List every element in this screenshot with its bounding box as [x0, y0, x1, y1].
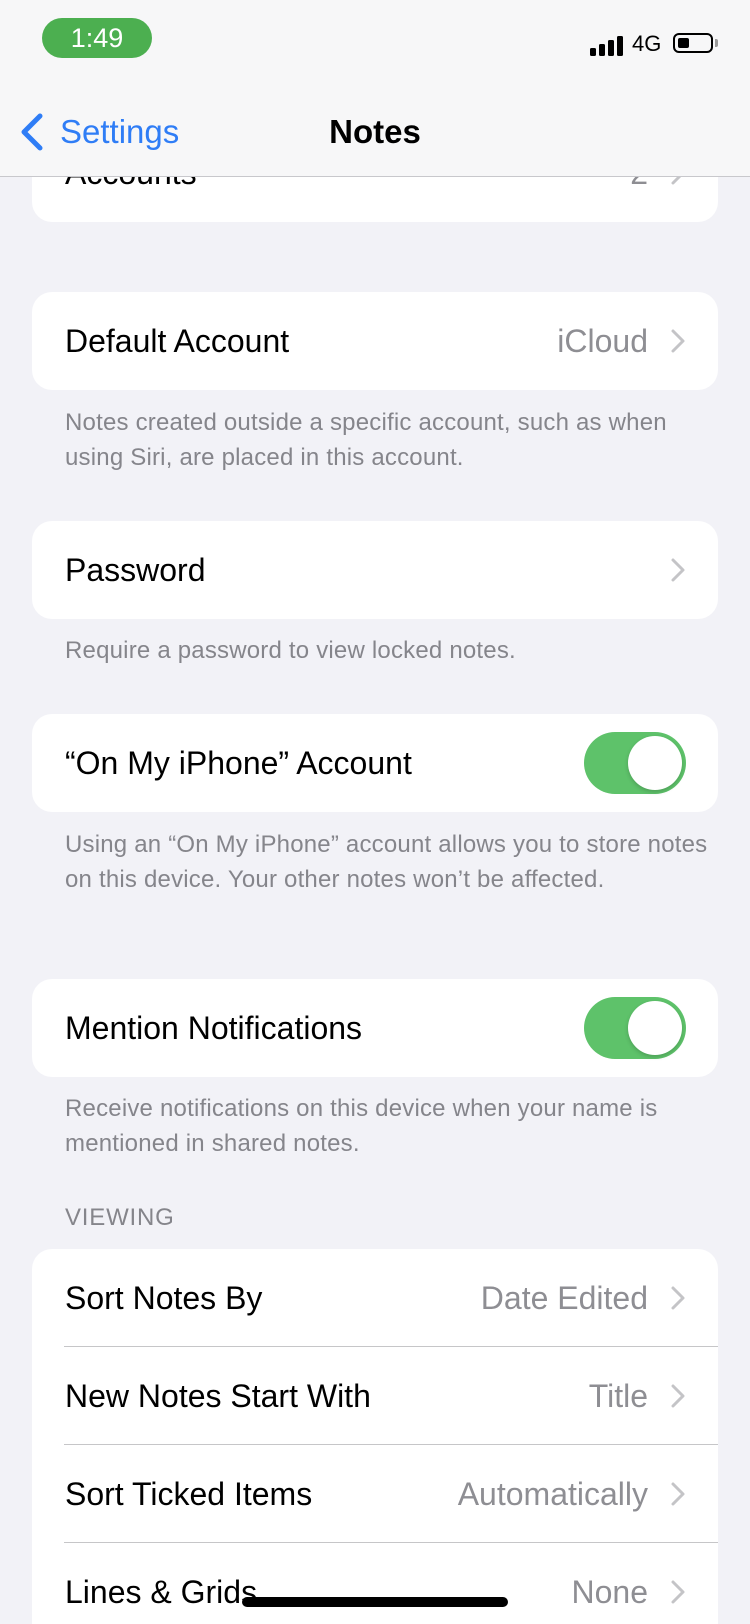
lines-and-grids-label: Lines & Grids	[65, 1574, 258, 1610]
mention-notifications-row: Mention Notifications	[32, 979, 718, 1077]
on-my-iphone-card: “On My iPhone” Account	[32, 714, 718, 812]
on-my-iphone-label: “On My iPhone” Account	[65, 745, 412, 781]
lines-and-grids-value: None	[571, 1574, 649, 1610]
default-account-row[interactable]: Default Account iCloud	[32, 292, 718, 390]
viewing-card: Sort Notes By Date Edited New Notes Star…	[32, 1249, 718, 1624]
sort-notes-by-row[interactable]: Sort Notes By Date Edited	[32, 1249, 718, 1347]
status-time[interactable]: 1:49	[42, 18, 152, 58]
page-title: Notes	[329, 113, 421, 150]
password-footer: Require a password to view locked notes.	[65, 637, 516, 664]
sort-ticked-items-label: Sort Ticked Items	[65, 1476, 313, 1512]
password-card: Password	[32, 521, 718, 619]
chevron-right-icon	[671, 558, 685, 582]
toggle-knob	[628, 1001, 682, 1055]
viewing-section-header: VIEWING	[65, 1204, 175, 1231]
mention-notifications-footer: Receive notifications on this device whe…	[65, 1095, 658, 1157]
new-notes-start-with-label: New Notes Start With	[65, 1378, 371, 1414]
lines-and-grids-row[interactable]: Lines & Grids None	[32, 1543, 718, 1624]
on-my-iphone-toggle[interactable]	[584, 732, 686, 794]
chevron-right-icon	[671, 1580, 685, 1604]
chevron-right-icon	[671, 1384, 685, 1408]
sort-ticked-items-row[interactable]: Sort Ticked Items Automatically	[32, 1445, 718, 1543]
default-account-value: iCloud	[557, 323, 648, 359]
battery-tip	[715, 39, 718, 47]
chevron-right-icon	[671, 1482, 685, 1506]
default-account-footer: Notes created outside a specific account…	[65, 409, 667, 471]
default-account-label: Default Account	[65, 323, 290, 359]
settings-content: Accounts 2 Default Account iCloud Notes …	[0, 0, 750, 1624]
chevron-right-icon	[671, 1286, 685, 1310]
on-my-iphone-row: “On My iPhone” Account	[32, 714, 718, 812]
battery-level	[678, 38, 689, 48]
toggle-knob	[628, 736, 682, 790]
password-row[interactable]: Password	[32, 521, 718, 619]
sort-notes-by-value: Date Edited	[480, 1280, 648, 1316]
sort-notes-by-label: Sort Notes By	[65, 1280, 263, 1316]
new-notes-start-with-row[interactable]: New Notes Start With Title	[32, 1347, 718, 1445]
mention-notifications-toggle[interactable]	[584, 997, 686, 1059]
sort-ticked-items-value: Automatically	[457, 1476, 648, 1512]
mention-notifications-card: Mention Notifications	[32, 979, 718, 1077]
battery-icon	[673, 33, 713, 53]
navigation-header: 1:49 4G Settings Notes	[0, 0, 750, 177]
network-type: 4G	[632, 31, 662, 56]
new-notes-start-with-value: Title	[588, 1378, 648, 1414]
password-label: Password	[65, 552, 206, 588]
home-indicator[interactable]	[242, 1597, 508, 1607]
on-my-iphone-footer: Using an “On My iPhone” account allows y…	[65, 831, 708, 893]
chevron-right-icon	[671, 329, 685, 353]
mention-notifications-label: Mention Notifications	[65, 1010, 363, 1046]
default-account-card: Default Account iCloud	[32, 292, 718, 390]
cellular-signal-icon	[590, 34, 626, 56]
